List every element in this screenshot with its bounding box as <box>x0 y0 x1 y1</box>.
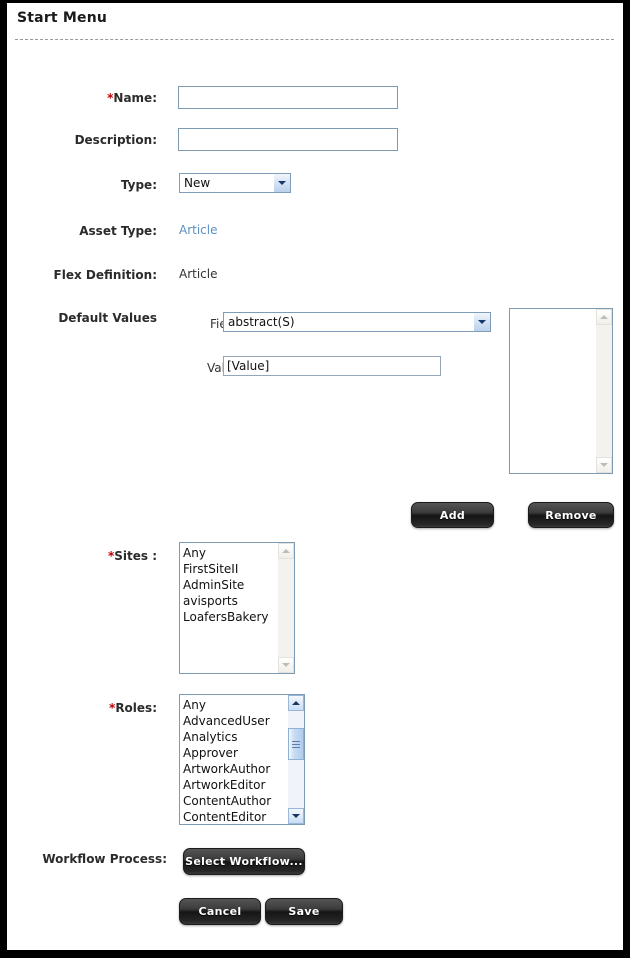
remove-button[interactable]: Remove <box>528 502 614 528</box>
list-item[interactable]: AdminSite <box>183 577 277 593</box>
list-item[interactable]: ContentEditor <box>183 809 287 824</box>
type-select-value: New <box>184 176 211 190</box>
type-select[interactable]: New <box>179 173 291 193</box>
scroll-up-arrow-icon[interactable] <box>288 695 304 711</box>
asset-type-link[interactable]: Article <box>179 223 218 237</box>
value-input[interactable] <box>223 356 441 376</box>
description-input[interactable] <box>178 128 398 151</box>
roles-label-text: Roles: <box>115 701 157 715</box>
save-button[interactable]: Save <box>265 898 343 925</box>
description-label: Description: <box>74 133 157 147</box>
scroll-up-arrow-icon[interactable] <box>278 543 294 559</box>
sites-scrollbar[interactable] <box>277 543 294 673</box>
list-item[interactable]: avisports <box>183 593 277 609</box>
workflow-process-label: Workflow Process: <box>42 852 167 866</box>
roles-list: Any AdvancedUser Analytics Approver ArtworkA… <box>180 695 287 824</box>
scroll-down-arrow-icon[interactable] <box>288 808 304 824</box>
add-button[interactable]: Add <box>411 502 494 528</box>
list-item[interactable]: ArtworkAuthor <box>183 761 287 777</box>
list-item[interactable]: ContentAuthor <box>183 793 287 809</box>
list-item[interactable]: Any <box>183 545 277 561</box>
name-label-text: Name: <box>113 91 157 105</box>
name-label: *Name: <box>47 91 157 105</box>
list-item[interactable]: FirstSiteII <box>183 561 277 577</box>
sites-listbox[interactable]: Any FirstSiteII AdminSite avisports LoafersB… <box>179 542 295 674</box>
list-item[interactable]: Analytics <box>183 729 287 745</box>
select-workflow-button[interactable]: Select Workflow... <box>183 848 305 875</box>
default-values-list <box>510 309 595 473</box>
list-item[interactable]: Any <box>183 697 287 713</box>
asset-type-label: Asset Type: <box>79 224 157 238</box>
list-item[interactable]: ArtworkEditor <box>183 777 287 793</box>
window-frame: Start Menu *Name: Description: Type: New… <box>0 0 630 958</box>
title-divider <box>15 39 614 40</box>
default-values-listbox[interactable] <box>509 308 613 474</box>
roles-label: *Roles: <box>47 701 157 715</box>
scroll-up-arrow-icon[interactable] <box>596 309 612 325</box>
field-select[interactable]: abstract(S) <box>223 312 491 332</box>
type-label: Type: <box>120 178 157 192</box>
scroll-down-arrow-icon[interactable] <box>596 457 612 473</box>
default-values-label: Default Values <box>58 311 157 325</box>
page-title: Start Menu <box>17 10 108 26</box>
list-item[interactable]: Approver <box>183 745 287 761</box>
name-input[interactable] <box>178 86 398 109</box>
list-item[interactable]: AdvancedUser <box>183 713 287 729</box>
scroll-down-arrow-icon[interactable] <box>278 657 294 673</box>
roles-scrollbar[interactable] <box>287 695 304 824</box>
sites-label-text: Sites : <box>114 549 157 563</box>
chevron-down-icon[interactable] <box>272 174 290 192</box>
flex-definition-value: Article <box>179 267 218 281</box>
chevron-down-icon[interactable] <box>472 313 490 331</box>
sites-label: *Sites : <box>47 549 157 563</box>
default-values-scrollbar[interactable] <box>595 309 612 473</box>
cancel-button[interactable]: Cancel <box>179 898 261 925</box>
list-item[interactable]: LoafersBakery <box>183 609 277 625</box>
page-content: Start Menu *Name: Description: Type: New… <box>7 3 623 950</box>
sites-list: Any FirstSiteII AdminSite avisports LoafersB… <box>180 543 277 673</box>
roles-scrollbar-thumb[interactable] <box>288 728 304 761</box>
field-select-value: abstract(S) <box>228 315 295 329</box>
roles-listbox[interactable]: Any AdvancedUser Analytics Approver ArtworkA… <box>179 694 305 825</box>
flex-definition-label: Flex Definition: <box>53 268 157 282</box>
